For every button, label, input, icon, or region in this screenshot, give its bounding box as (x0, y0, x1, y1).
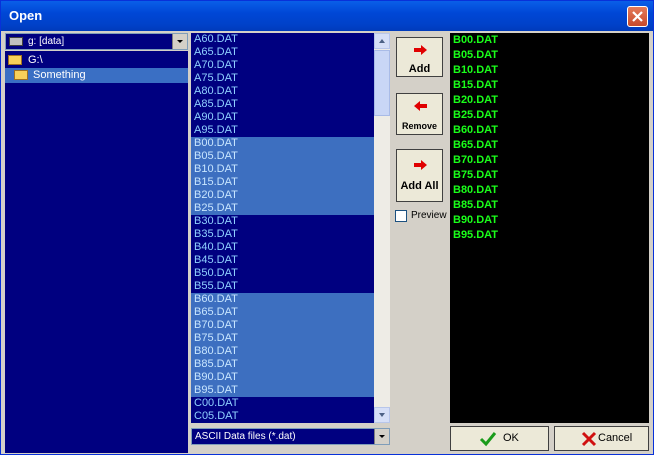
selected-file-item[interactable]: B75.DAT (450, 168, 649, 183)
file-list-item[interactable]: B05.DAT (191, 150, 374, 163)
file-list-item[interactable]: B90.DAT (191, 371, 374, 384)
selected-file-item[interactable]: B00.DAT (450, 33, 649, 48)
close-button[interactable] (627, 6, 648, 27)
file-list-scrollbar[interactable] (374, 33, 390, 423)
tree-item-label: Something (33, 69, 86, 81)
drive-icon (9, 37, 23, 46)
title-bar[interactable]: Open (1, 1, 653, 31)
scroll-thumb[interactable] (374, 50, 390, 116)
file-list-item[interactable]: B50.DAT (191, 267, 374, 280)
add-button[interactable]: Add (396, 37, 443, 77)
selected-file-item[interactable]: B20.DAT (450, 93, 649, 108)
file-list-item[interactable]: A60.DAT (191, 33, 374, 46)
drive-select[interactable]: g: [data] (5, 33, 188, 50)
add-label: Add (408, 63, 431, 75)
tree-item-root[interactable]: G:\ (8, 53, 186, 68)
selected-file-item[interactable]: B15.DAT (450, 78, 649, 93)
selected-file-item[interactable]: B10.DAT (450, 63, 649, 78)
file-list-item[interactable]: A80.DAT (191, 85, 374, 98)
file-list-item[interactable]: B65.DAT (191, 306, 374, 319)
file-list-item[interactable]: B55.DAT (191, 280, 374, 293)
add-all-label: Add All (400, 180, 439, 192)
scroll-down-icon[interactable] (374, 407, 390, 423)
file-list-item[interactable]: B60.DAT (191, 293, 374, 306)
selected-file-item[interactable]: B60.DAT (450, 123, 649, 138)
cancel-label: Cancel (598, 432, 633, 444)
scroll-up-icon[interactable] (374, 33, 390, 49)
file-list-item[interactable]: A95.DAT (191, 124, 374, 137)
remove-button[interactable]: Remove (396, 93, 443, 135)
file-list-item[interactable]: B75.DAT (191, 332, 374, 345)
file-list-item[interactable]: A90.DAT (191, 111, 374, 124)
file-list[interactable]: A60.DAT A65.DAT A70.DAT A75.DAT A80.DAT A85.D… (191, 33, 374, 423)
file-list-item[interactable]: C00.DAT (191, 397, 374, 410)
selected-file-item[interactable]: B95.DAT (450, 228, 649, 243)
remove-label: Remove (401, 121, 437, 131)
file-list-item[interactable]: B70.DAT (191, 319, 374, 332)
folder-open-icon (14, 70, 28, 80)
file-list-item[interactable]: B10.DAT (191, 163, 374, 176)
close-icon (632, 11, 643, 22)
file-list-item[interactable]: B45.DAT (191, 254, 374, 267)
selected-file-item[interactable]: B85.DAT (450, 198, 649, 213)
selected-file-item[interactable]: B90.DAT (450, 213, 649, 228)
tree-item-label: G:\ (28, 54, 43, 66)
selected-file-item[interactable]: B65.DAT (450, 138, 649, 153)
arrow-right-icon (414, 160, 427, 170)
file-list-item[interactable]: B25.DAT (191, 202, 374, 215)
tree-item-something[interactable]: Something (5, 68, 188, 83)
file-list-item[interactable]: B15.DAT (191, 176, 374, 189)
file-list-item[interactable]: B20.DAT (191, 189, 374, 202)
window-title: Open (9, 8, 43, 23)
file-list-item[interactable]: A85.DAT (191, 98, 374, 111)
file-list-item[interactable]: B85.DAT (191, 358, 374, 371)
folder-tree[interactable]: G:\ Something (5, 51, 188, 453)
cancel-x-icon (581, 431, 597, 447)
chevron-down-icon[interactable] (172, 34, 187, 49)
arrow-left-icon (414, 101, 427, 111)
selected-file-item[interactable]: B70.DAT (450, 153, 649, 168)
preview-checkbox[interactable] (395, 210, 407, 222)
selected-file-item[interactable]: B25.DAT (450, 108, 649, 123)
file-list-item[interactable]: B95.DAT (191, 384, 374, 397)
arrow-right-icon (414, 45, 427, 55)
file-list-item[interactable]: A75.DAT (191, 72, 374, 85)
checkmark-icon (479, 432, 497, 447)
drive-label: g: [data] (28, 36, 65, 47)
chevron-down-icon[interactable] (374, 429, 389, 444)
file-list-item[interactable]: B30.DAT (191, 215, 374, 228)
file-list-item[interactable]: A65.DAT (191, 46, 374, 59)
file-type-label: ASCII Data files (*.dat) (195, 431, 296, 442)
file-list-item[interactable]: B35.DAT (191, 228, 374, 241)
add-all-button[interactable]: Add All (396, 149, 443, 202)
file-type-select[interactable]: ASCII Data files (*.dat) (191, 428, 390, 445)
file-list-item[interactable]: B00.DAT (191, 137, 374, 150)
file-list-item[interactable]: C05.DAT (191, 410, 374, 423)
file-list-item[interactable]: A70.DAT (191, 59, 374, 72)
cancel-button[interactable]: Cancel (554, 426, 649, 451)
file-list-item[interactable]: B40.DAT (191, 241, 374, 254)
ok-label: OK (503, 432, 519, 444)
preview-label: Preview (411, 210, 447, 221)
selected-file-item[interactable]: B05.DAT (450, 48, 649, 63)
selected-files-list[interactable]: B00.DAT B05.DAT B10.DAT B15.DAT B20.DAT B25.D… (450, 33, 649, 423)
selected-file-item[interactable]: B80.DAT (450, 183, 649, 198)
file-list-item[interactable]: B80.DAT (191, 345, 374, 358)
open-dialog: Open g: [data] G:\ Something A60.DAT A65.… (0, 0, 654, 455)
folder-open-icon (8, 55, 22, 65)
ok-button[interactable]: OK (450, 426, 549, 451)
